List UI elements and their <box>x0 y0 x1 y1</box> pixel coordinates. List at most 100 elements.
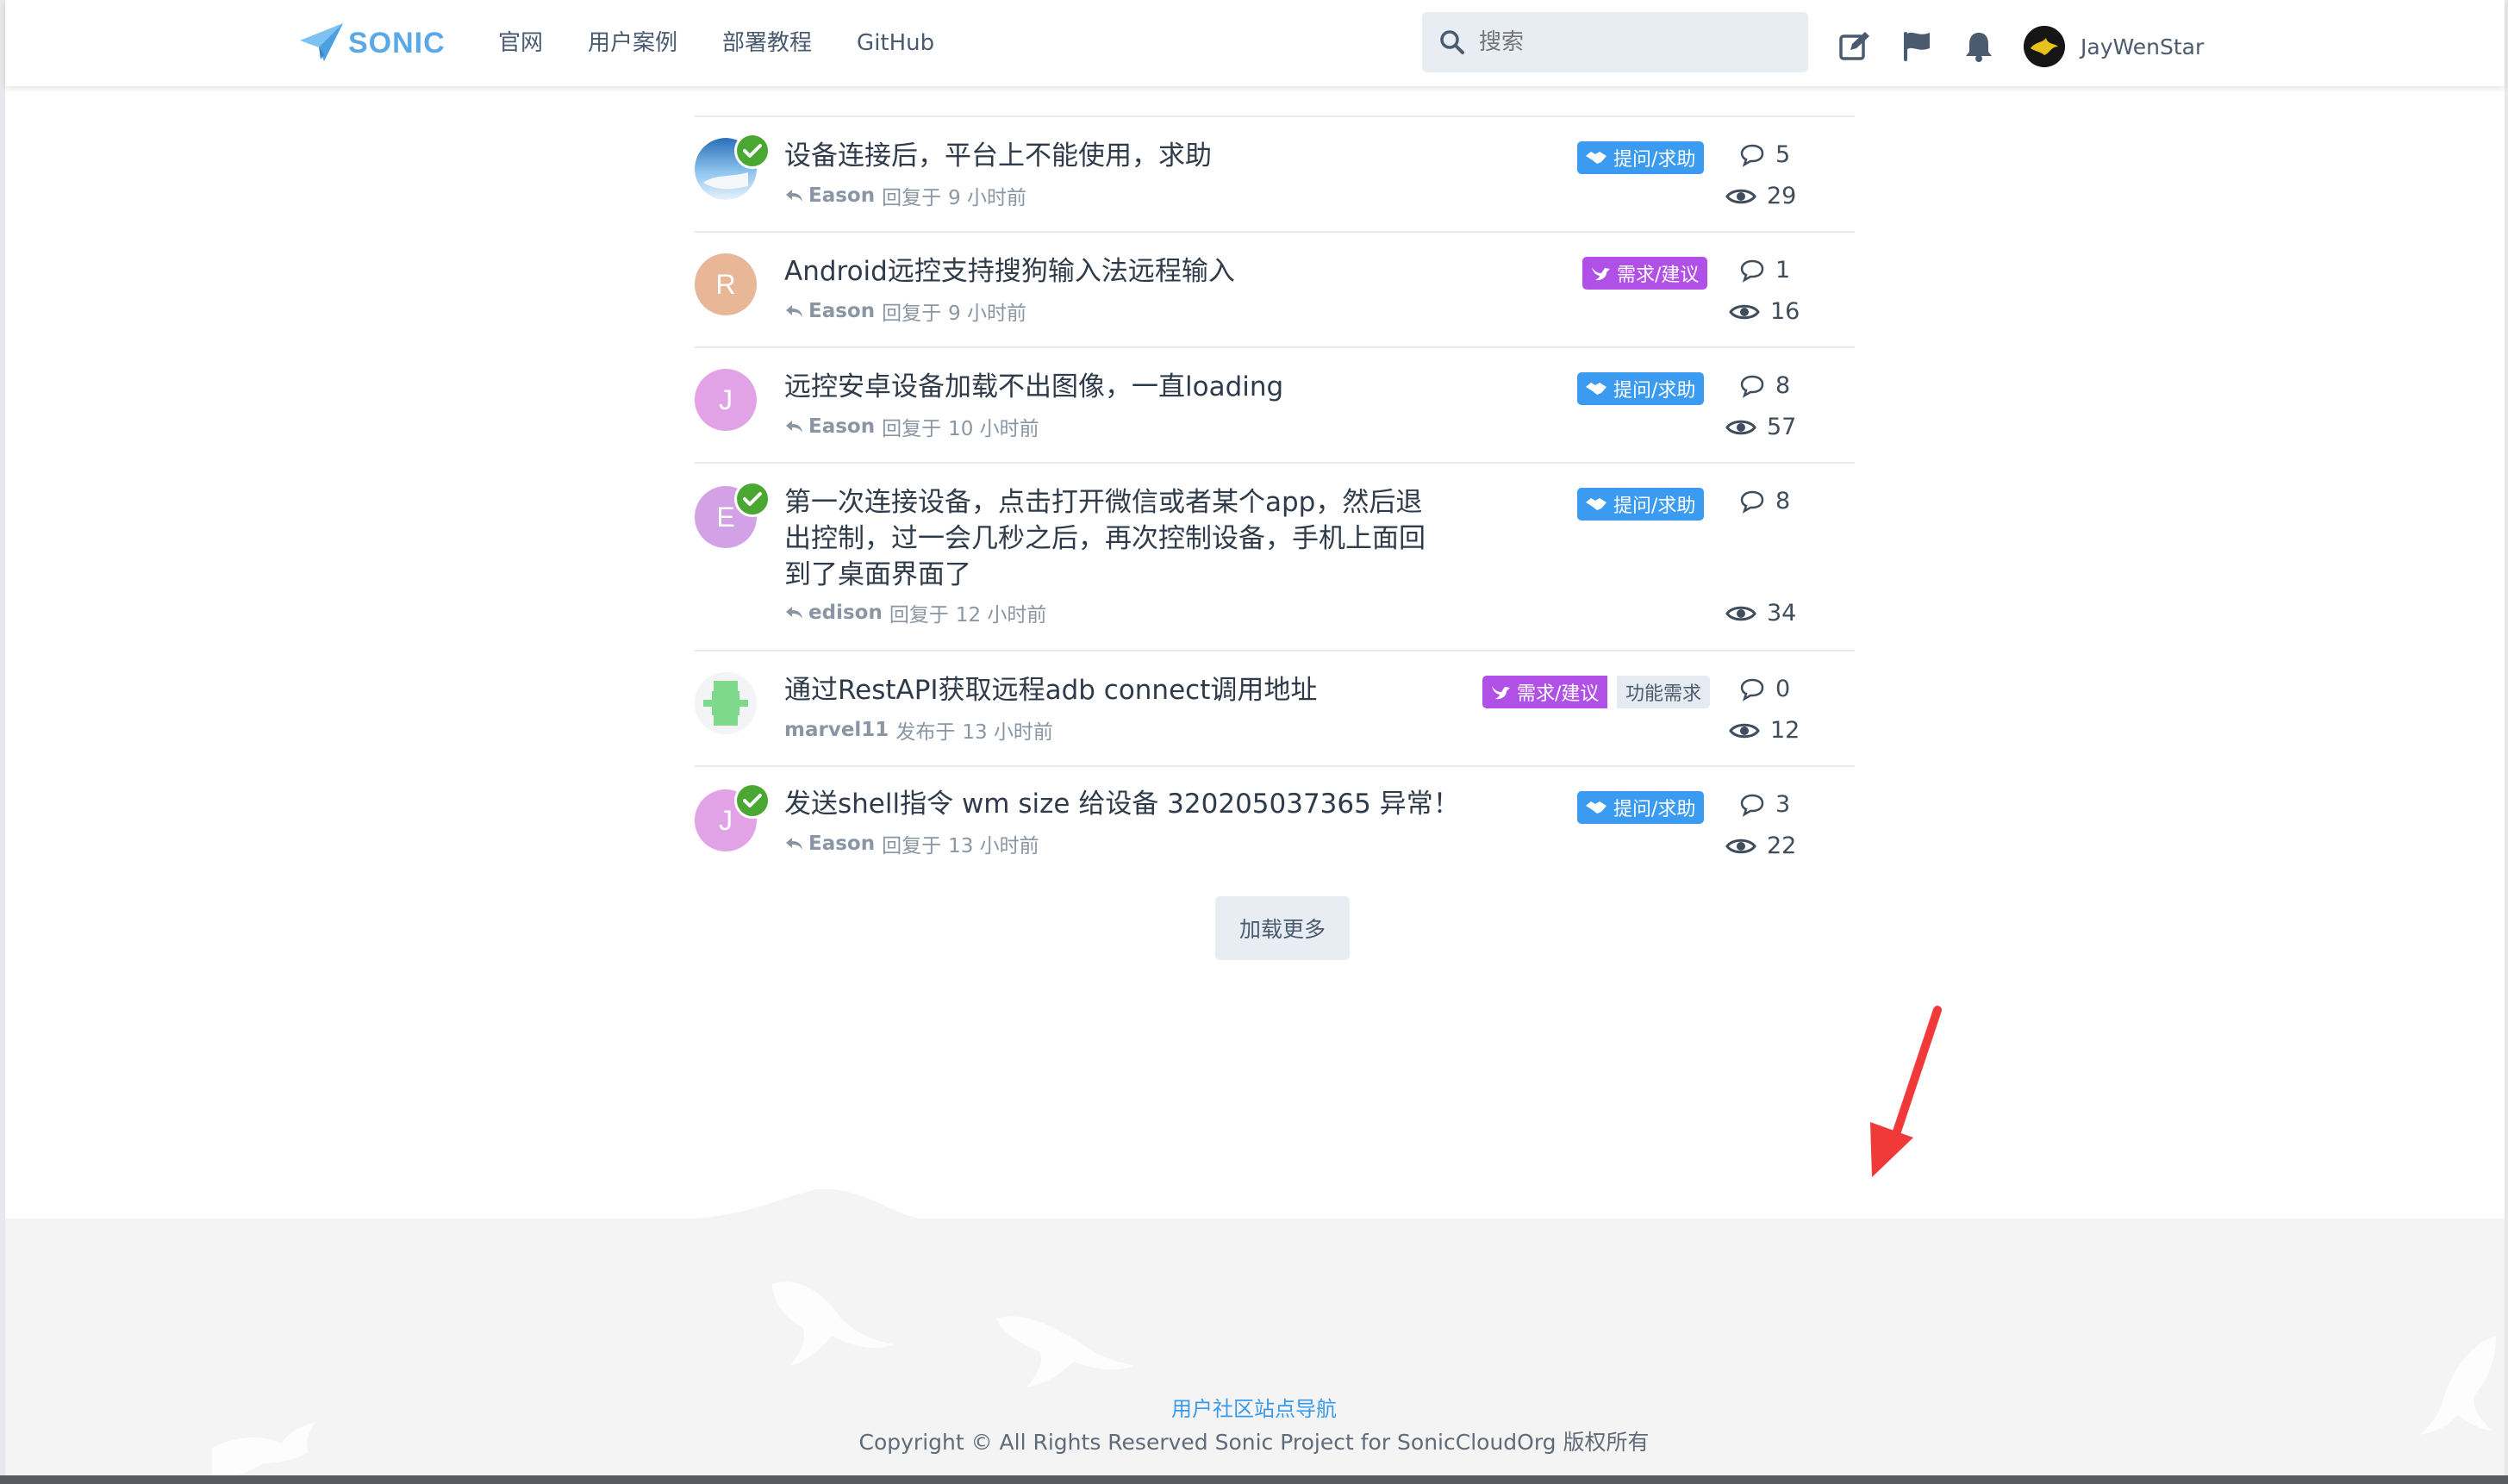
reply-count: 1 <box>1739 257 1790 284</box>
tag-suggestion[interactable]: 需求/建议 <box>1582 257 1708 290</box>
comment-icon <box>1740 144 1764 167</box>
user-menu[interactable]: JayWenStar <box>2024 26 2204 67</box>
reply-count: 8 <box>1739 372 1790 399</box>
username-link[interactable]: Eason <box>808 184 875 207</box>
action-label: 回复于 <box>882 187 942 209</box>
row-divider <box>695 115 1855 117</box>
reply-count: 0 <box>1739 676 1790 702</box>
relative-time: 13 小时前 <box>962 721 1053 744</box>
reply-icon <box>786 305 802 317</box>
tag-help[interactable]: 提问/求助 <box>1577 141 1705 174</box>
footer-site-nav-link[interactable]: 用户社区站点导航 <box>0 1392 2508 1422</box>
tag-help[interactable]: 提问/求助 <box>1577 372 1705 405</box>
relative-time: 12 小时前 <box>955 604 1047 627</box>
action-label: 发布于 <box>895 721 956 744</box>
header-actions: JayWenStar <box>1837 26 2204 67</box>
bird-icon <box>1492 686 1510 700</box>
window-bottom-bar <box>0 1475 2508 1484</box>
eye-icon <box>1729 723 1760 738</box>
search-box[interactable] <box>1422 12 1808 72</box>
new-topic-button[interactable] <box>1837 29 1872 64</box>
topic-title[interactable]: 通过RestAPI获取远程adb connect调用地址 <box>784 672 1317 708</box>
topic-title[interactable]: 设备连接后，平台上不能使用，求助 <box>784 138 1212 174</box>
topic-title[interactable]: 远控安卓设备加载不出图像，一直loading <box>784 369 1283 405</box>
view-count: 29 <box>1725 183 1796 209</box>
user-avatar <box>2024 26 2065 67</box>
username-link[interactable]: Eason <box>808 300 875 322</box>
load-more-button[interactable]: 加载更多 <box>1215 896 1350 960</box>
logo-text: SONIC <box>348 26 446 59</box>
username-link[interactable]: marvel11 <box>784 719 889 741</box>
row-divider <box>695 650 1855 652</box>
paper-plane-icon <box>300 23 343 61</box>
solved-badge <box>734 481 770 517</box>
handshake-icon <box>1586 498 1606 510</box>
tag-feature-request[interactable]: 功能需求 <box>1617 676 1711 708</box>
eye-icon <box>1725 189 1756 203</box>
nav-deploy-tutorial[interactable]: 部署教程 <box>722 26 812 60</box>
view-count: 22 <box>1725 832 1796 859</box>
topic-meta: Eason 回复于 9 小时前 <box>784 296 1026 326</box>
eye-icon <box>1725 839 1756 853</box>
view-count: 34 <box>1725 600 1796 627</box>
flags-button[interactable] <box>1900 29 1934 64</box>
row-divider <box>695 231 1855 233</box>
annotation-arrow-icon <box>1870 1006 1942 1177</box>
reply-icon <box>786 838 802 850</box>
check-icon <box>743 794 762 807</box>
view-count: 16 <box>1729 298 1800 325</box>
reply-count: 5 <box>1739 141 1790 168</box>
reply-icon <box>786 421 802 433</box>
relative-time: 13 小时前 <box>948 835 1039 857</box>
relative-time: 9 小时前 <box>948 302 1027 325</box>
topic-meta: marvel11 发布于 13 小时前 <box>784 715 1053 745</box>
nav-github[interactable]: GitHub <box>857 26 934 60</box>
view-count: 12 <box>1729 717 1800 744</box>
avatar[interactable]: J <box>695 369 757 431</box>
topic-meta: edison 回复于 12 小时前 <box>784 598 1046 627</box>
window-right-border <box>2505 0 2508 1484</box>
eye-icon <box>1729 304 1760 319</box>
notifications-button[interactable] <box>1962 29 1996 64</box>
username-link[interactable]: edison <box>808 602 883 624</box>
comment-icon <box>1740 259 1764 283</box>
username: JayWenStar <box>2081 34 2205 59</box>
avatar[interactable] <box>695 672 757 734</box>
relative-time: 10 小时前 <box>948 418 1039 440</box>
tag-help[interactable]: 提问/求助 <box>1577 791 1705 824</box>
action-label: 回复于 <box>882 302 942 325</box>
reply-count: 3 <box>1739 791 1790 818</box>
solved-badge <box>734 133 770 169</box>
topic-title[interactable]: Android远控支持搜狗输入法远程输入 <box>784 253 1235 290</box>
check-icon <box>743 492 762 506</box>
tag-suggestion[interactable]: 需求/建议 <box>1482 676 1608 708</box>
username-link[interactable]: Eason <box>808 415 875 438</box>
footer-copyright: Copyright © All Rights Reserved Sonic Pr… <box>858 1430 1650 1455</box>
search-input[interactable] <box>1477 28 1791 56</box>
handshake-icon <box>1586 801 1606 814</box>
identicon-avatar-icon <box>695 672 757 734</box>
flag-icon <box>1904 32 1930 61</box>
username-link[interactable]: Eason <box>808 832 875 855</box>
eye-icon <box>1725 606 1756 620</box>
row-divider <box>695 765 1855 767</box>
eye-icon <box>1725 420 1756 434</box>
tag-help[interactable]: 提问/求助 <box>1577 488 1705 521</box>
topic-title[interactable]: 第一次连接设备，点击打开微信或者某个app，然后退 出控制，过一会几秒之后，再次… <box>784 484 1426 593</box>
nav-user-cases[interactable]: 用户案例 <box>588 26 677 60</box>
avatar[interactable]: R <box>695 253 757 315</box>
solved-badge <box>734 783 770 819</box>
action-label: 回复于 <box>882 835 942 857</box>
comment-icon <box>1740 794 1764 817</box>
action-label: 回复于 <box>889 604 949 627</box>
check-icon <box>743 144 762 158</box>
topic-title[interactable]: 发送shell指令 wm size 给设备 320205037365 异常！ <box>784 786 1460 822</box>
search-icon <box>1440 30 1464 54</box>
main-nav: 官网 用户案例 部署教程 GitHub <box>498 26 979 60</box>
reply-icon <box>786 190 802 202</box>
comment-icon <box>1740 375 1764 398</box>
topic-meta: Eason 回复于 13 小时前 <box>784 829 1039 858</box>
site-logo[interactable]: SONIC <box>298 19 446 67</box>
nav-official-site[interactable]: 官网 <box>498 26 543 60</box>
top-header: SONIC 官网 用户案例 部署教程 GitHub 搜索 JayWenStar <box>5 0 2505 86</box>
